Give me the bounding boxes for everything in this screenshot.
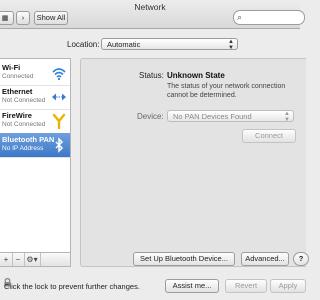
service-status: Not Connected — [2, 97, 46, 104]
device-popup[interactable]: No PAN Devices Found ▲ ▼ — [167, 110, 294, 123]
forward-button[interactable]: › — [16, 11, 30, 25]
show-all-button[interactable]: Show All — [34, 11, 68, 25]
service-name: Wi-Fi — [2, 63, 21, 72]
status-label: Status: — [139, 71, 164, 80]
service-name: FireWire — [2, 111, 32, 120]
service-list[interactable]: Wi-Fi Connected Ethernet Not Connected F… — [0, 58, 71, 254]
title-bar: Network ▦ › Show All ⌕ — [0, 0, 305, 29]
location-row: Location: Automatic ▲ ▼ — [0, 38, 300, 52]
service-name: Ethernet — [2, 87, 33, 96]
device-value: No PAN Devices Found — [173, 112, 252, 121]
grid-icon: ▦ — [1, 15, 9, 22]
ethernet-icon — [52, 93, 66, 101]
bottom-bar: Click the lock to prevent further change… — [0, 276, 306, 300]
location-popup[interactable]: Automatic ▲ ▼ — [101, 38, 238, 51]
location-label: Location: — [67, 40, 100, 49]
status-description-line1: The status of your network connection — [167, 83, 286, 90]
location-value: Automatic — [107, 40, 141, 49]
lock-message: Click the lock to prevent further change… — [4, 282, 140, 291]
assist-me-button[interactable]: Assist me... — [165, 279, 219, 293]
gear-menu-button[interactable]: ⚙▾ — [24, 253, 41, 266]
search-icon: ⌕ — [237, 12, 243, 22]
status-value: Unknown State — [167, 71, 225, 80]
help-button[interactable]: ? — [293, 252, 309, 266]
service-list-footer: + − ⚙▾ — [0, 252, 71, 267]
service-item-firewire[interactable]: FireWire Not Connected — [0, 109, 70, 134]
status-description: The status of your network connection ca… — [167, 82, 285, 100]
status-description-line2: cannot be determined. — [167, 92, 237, 99]
popup-arrows-icon: ▲ ▼ — [228, 39, 234, 51]
chevron-right-icon: › — [21, 13, 25, 22]
service-status: Connected — [2, 73, 34, 80]
service-item-wifi[interactable]: Wi-Fi Connected — [0, 61, 70, 86]
connect-button[interactable]: Connect — [242, 129, 296, 143]
popup-arrows-icon: ▲ ▼ — [284, 111, 290, 123]
apply-button[interactable]: Apply — [270, 279, 306, 293]
device-label: Device: — [137, 112, 164, 121]
service-status: Not Connected — [2, 121, 46, 128]
search-input[interactable]: ⌕ — [233, 10, 305, 25]
bluetooth-icon — [55, 137, 64, 153]
service-status: No IP Address — [2, 145, 44, 152]
grid-view-button[interactable]: ▦ — [0, 11, 14, 25]
service-name: Bluetooth PAN — [2, 135, 55, 144]
revert-button[interactable]: Revert — [225, 279, 267, 293]
service-item-bluetooth-pan[interactable]: Bluetooth PAN No IP Address — [0, 133, 70, 158]
advanced-button[interactable]: Advanced... — [241, 252, 289, 266]
firewire-icon — [52, 113, 66, 129]
detail-panel: Status: Unknown State The status of your… — [80, 58, 309, 267]
set-up-bluetooth-device-button[interactable]: Set Up Bluetooth Device... — [133, 252, 235, 266]
wifi-icon — [52, 68, 66, 81]
service-item-ethernet[interactable]: Ethernet Not Connected — [0, 85, 70, 110]
